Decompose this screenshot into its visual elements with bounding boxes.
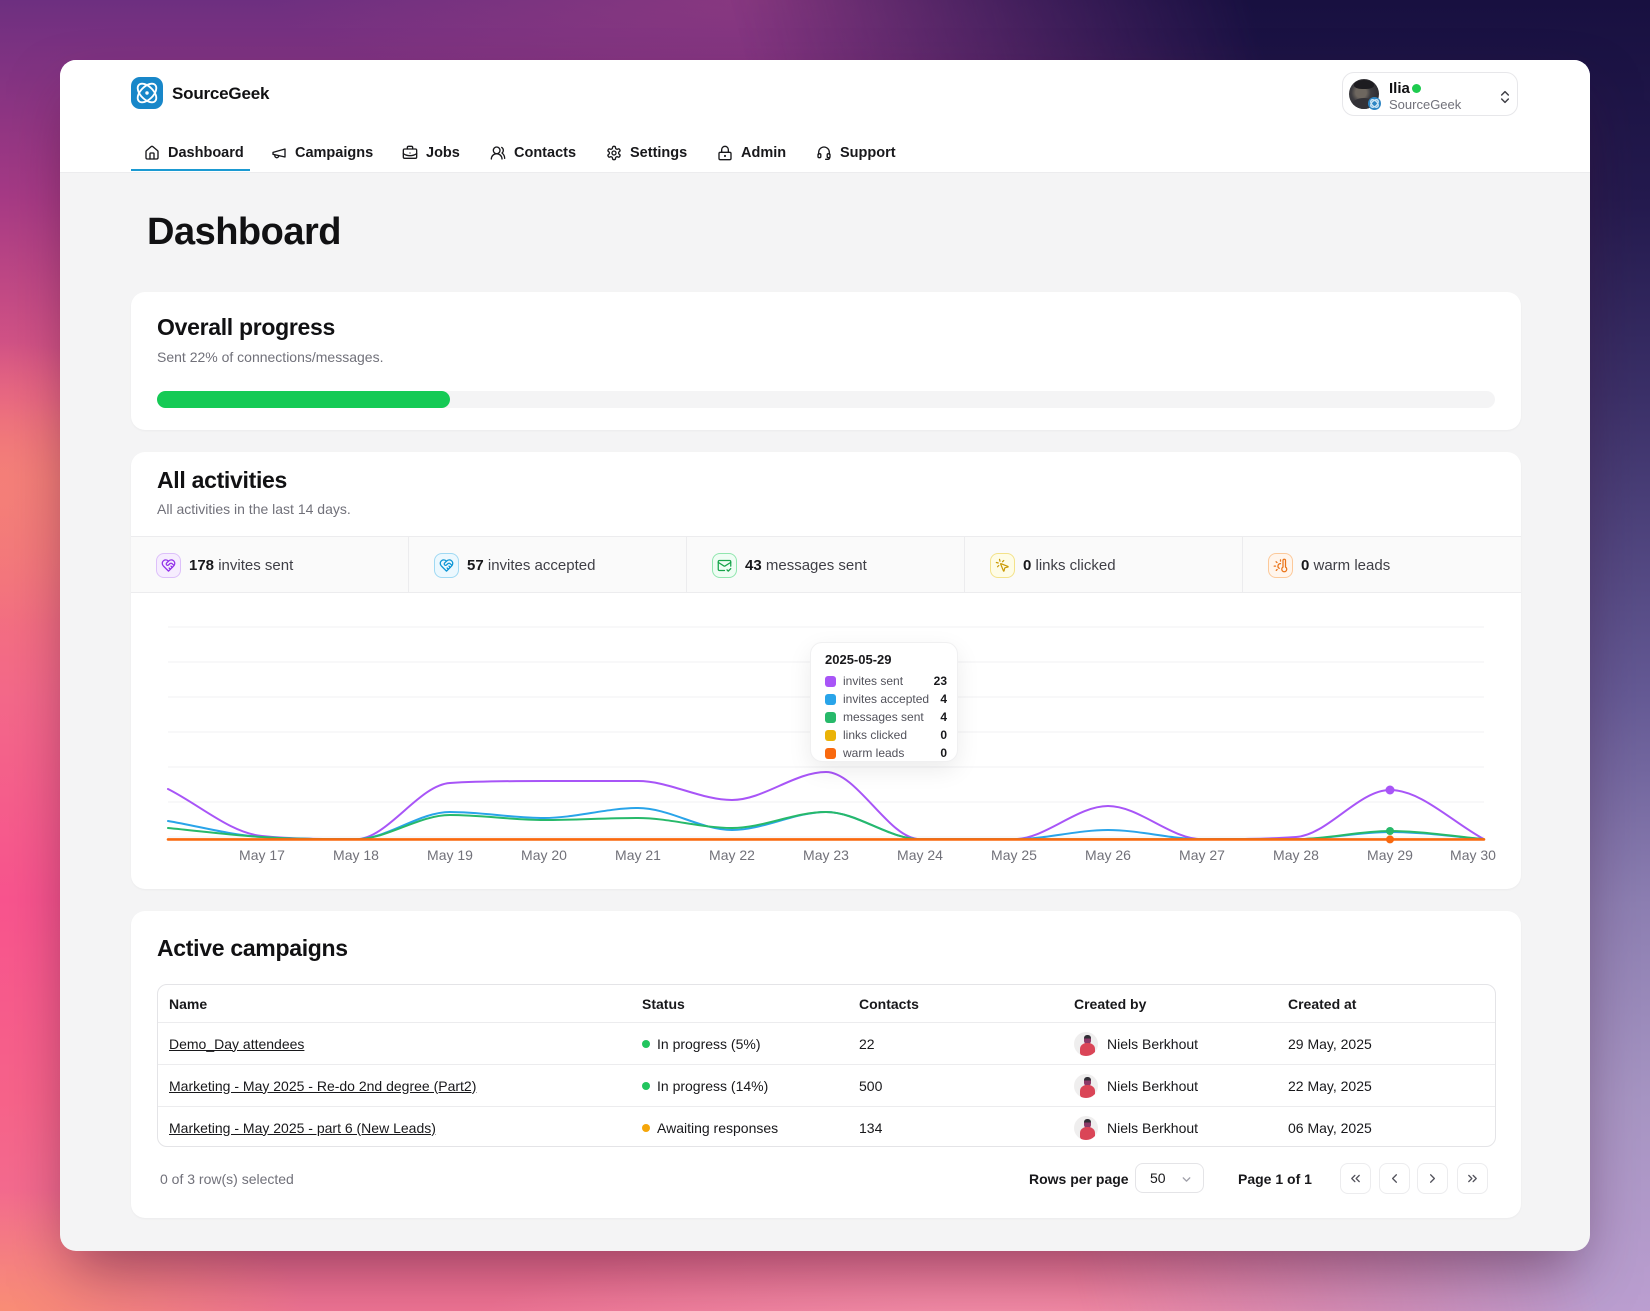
svg-text:May 20: May 20 (521, 847, 567, 863)
svg-text:May 17: May 17 (239, 847, 285, 863)
svg-text:May 22: May 22 (709, 847, 755, 863)
svg-text:May 19: May 19 (427, 847, 473, 863)
svg-text:May 29: May 29 (1367, 847, 1413, 863)
svg-text:May 24: May 24 (897, 847, 943, 863)
svg-text:May 27: May 27 (1179, 847, 1225, 863)
svg-text:May 30: May 30 (1450, 847, 1496, 863)
svg-text:May 25: May 25 (991, 847, 1037, 863)
svg-text:May 21: May 21 (615, 847, 661, 863)
svg-text:May 28: May 28 (1273, 847, 1319, 863)
svg-text:May 26: May 26 (1085, 847, 1131, 863)
svg-text:May 23: May 23 (803, 847, 849, 863)
svg-text:May 18: May 18 (333, 847, 379, 863)
